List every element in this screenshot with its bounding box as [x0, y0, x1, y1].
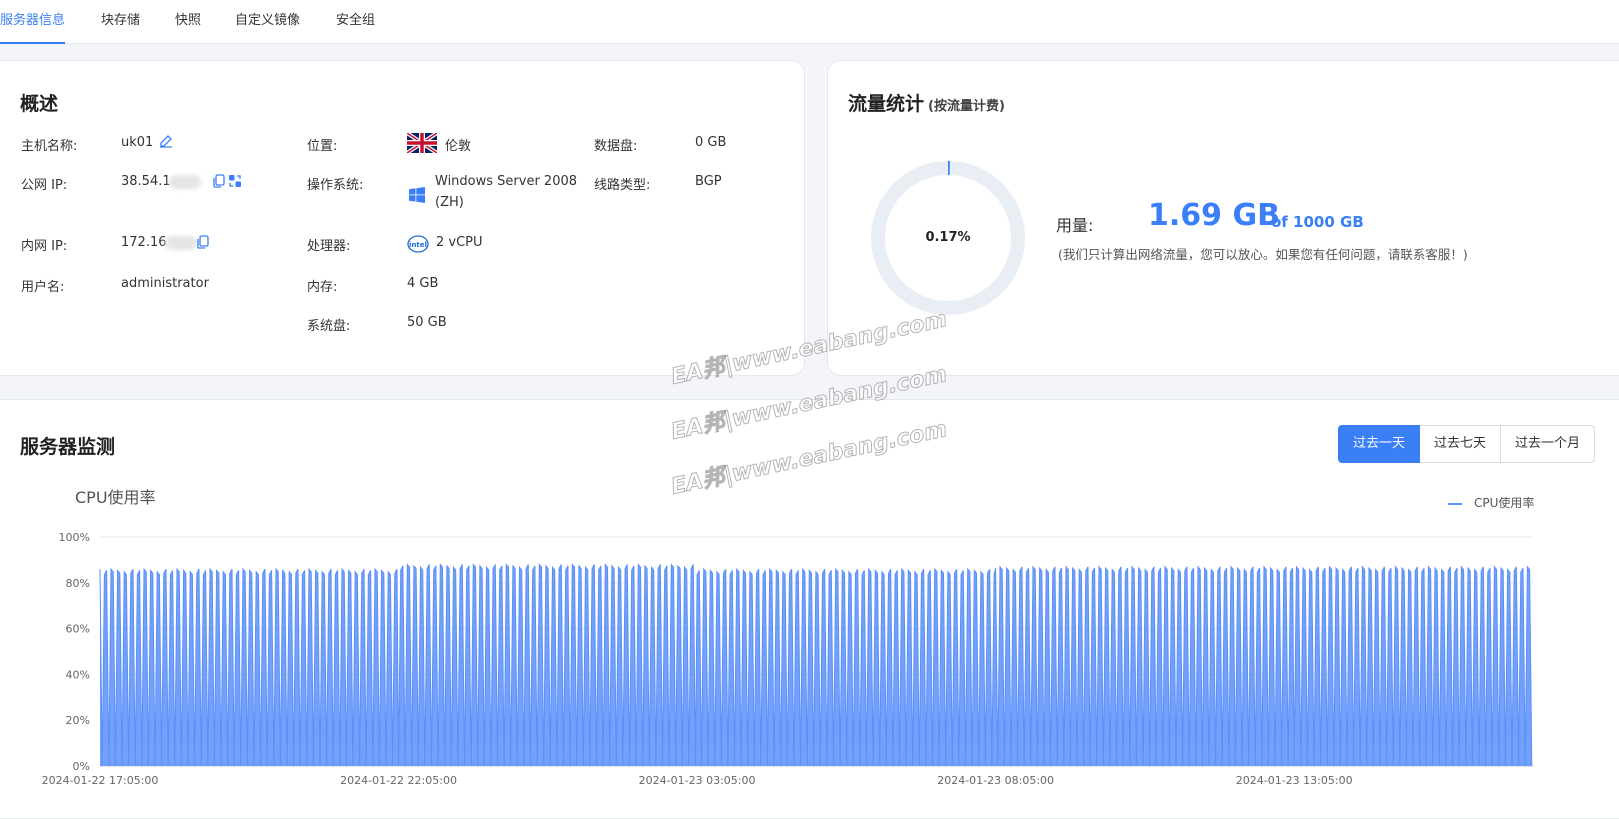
- y-tick-label: 20%: [66, 714, 90, 727]
- y-tick-label: 100%: [59, 531, 90, 544]
- legend-label: CPU使用率: [1474, 495, 1534, 510]
- chart-title: CPU使用率: [75, 488, 156, 507]
- x-tick-label: 2024-01-23 08:05:00: [937, 774, 1054, 787]
- y-tick-label: 60%: [66, 623, 90, 636]
- y-tick-label: 40%: [66, 668, 90, 681]
- x-tick-label: 2024-01-22 22:05:00: [340, 774, 457, 787]
- x-tick-label: 2024-01-23 13:05:00: [1236, 774, 1353, 787]
- y-tick-label: 80%: [66, 577, 90, 590]
- y-tick-label: 0%: [73, 760, 90, 773]
- cpu-usage-chart: CPU使用率 CPU使用率 0% 20% 40% 60% 80% 100% 2024-01-…: [42, 488, 1535, 787]
- x-tick-label: 2024-01-23 03:05:00: [639, 774, 756, 787]
- x-tick-label: 2024-01-22 17:05:00: [42, 774, 159, 787]
